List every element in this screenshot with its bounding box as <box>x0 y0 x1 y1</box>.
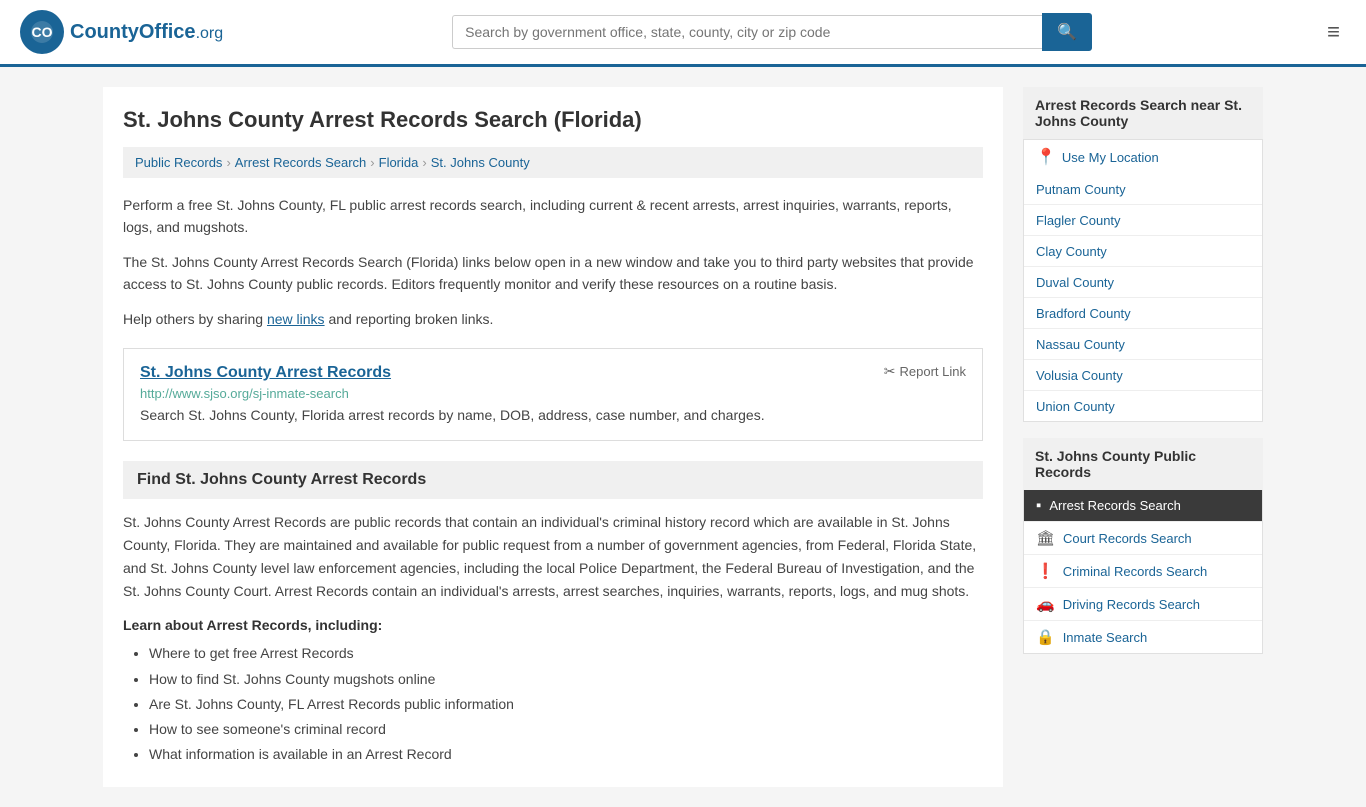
location-pin-icon: 📍 <box>1036 147 1056 167</box>
public-record-item-arrest[interactable]: ▪ Arrest Records Search <box>1024 490 1262 522</box>
public-records-list: ▪ Arrest Records Search 🏛 Court Records … <box>1023 490 1263 654</box>
public-record-item-driving[interactable]: 🚗 Driving Records Search <box>1024 588 1262 621</box>
description-para-3: Help others by sharing new links and rep… <box>123 308 983 330</box>
search-area: 🔍 <box>452 13 1092 51</box>
breadcrumb: Public Records › Arrest Records Search ›… <box>123 147 983 178</box>
record-url[interactable]: http://www.sjso.org/sj-inmate-search <box>140 386 966 401</box>
breadcrumb-stjohns[interactable]: St. Johns County <box>431 155 530 170</box>
desc3-prefix: Help others by sharing <box>123 311 267 327</box>
county-link[interactable]: Bradford County <box>1036 306 1131 321</box>
report-label: Report Link <box>900 364 966 379</box>
list-item: Volusia County <box>1024 360 1262 391</box>
driving-records-link[interactable]: Driving Records Search <box>1063 597 1200 612</box>
county-link[interactable]: Clay County <box>1036 244 1107 259</box>
logo-name: CountyOffice <box>70 21 196 43</box>
logo-area: CO CountyOffice.org <box>20 10 223 54</box>
description-para-1: Perform a free St. Johns County, FL publ… <box>123 194 983 239</box>
new-links-link[interactable]: new links <box>267 311 325 327</box>
arrest-icon: ▪ <box>1036 497 1041 514</box>
breadcrumb-sep-3: › <box>422 155 426 170</box>
desc3-suffix: and reporting broken links. <box>325 311 494 327</box>
use-my-location-link[interactable]: Use My Location <box>1062 150 1159 165</box>
criminal-icon: ❗ <box>1036 562 1055 580</box>
nearby-section-title: Arrest Records Search near St. Johns Cou… <box>1023 87 1263 139</box>
menu-button[interactable]: ≡ <box>1321 13 1346 51</box>
record-title-link[interactable]: St. Johns County Arrest Records <box>140 364 391 381</box>
sidebar: Arrest Records Search near St. Johns Cou… <box>1023 87 1263 787</box>
list-item: What information is available in an Arre… <box>149 742 983 767</box>
main-container: St. Johns County Arrest Records Search (… <box>83 67 1283 807</box>
breadcrumb-public-records[interactable]: Public Records <box>135 155 222 170</box>
learn-heading: Learn about Arrest Records, including: <box>123 617 983 633</box>
inmate-search-link[interactable]: Inmate Search <box>1063 630 1148 645</box>
list-item: Putnam County <box>1024 174 1262 205</box>
svg-text:CO: CO <box>32 24 53 40</box>
breadcrumb-florida[interactable]: Florida <box>379 155 419 170</box>
find-section-heading: Find St. Johns County Arrest Records <box>123 461 983 499</box>
criminal-records-link[interactable]: Criminal Records Search <box>1063 564 1208 579</box>
record-title: St. Johns County Arrest Records <box>140 363 391 382</box>
county-link[interactable]: Union County <box>1036 399 1115 414</box>
arrest-records-link[interactable]: Arrest Records Search <box>1049 498 1181 513</box>
county-link[interactable]: Flagler County <box>1036 213 1121 228</box>
driving-icon: 🚗 <box>1036 595 1055 613</box>
court-records-link[interactable]: Court Records Search <box>1063 531 1192 546</box>
list-item: How to find St. Johns County mugshots on… <box>149 667 983 692</box>
court-icon: 🏛 <box>1036 529 1055 547</box>
report-icon: ✂ <box>884 363 896 380</box>
county-link[interactable]: Volusia County <box>1036 368 1123 383</box>
find-body-text: St. Johns County Arrest Records are publ… <box>123 511 983 603</box>
list-item: Clay County <box>1024 236 1262 267</box>
list-item: Nassau County <box>1024 329 1262 360</box>
page-title: St. Johns County Arrest Records Search (… <box>123 107 983 133</box>
search-button[interactable]: 🔍 <box>1042 13 1092 51</box>
nearby-section: Arrest Records Search near St. Johns Cou… <box>1023 87 1263 422</box>
breadcrumb-arrest-records[interactable]: Arrest Records Search <box>235 155 367 170</box>
public-record-item-criminal[interactable]: ❗ Criminal Records Search <box>1024 555 1262 588</box>
county-link[interactable]: Putnam County <box>1036 182 1126 197</box>
list-item: Are St. Johns County, FL Arrest Records … <box>149 692 983 717</box>
public-record-item-court[interactable]: 🏛 Court Records Search <box>1024 522 1262 555</box>
record-description: Search St. Johns County, Florida arrest … <box>140 405 966 426</box>
logo-icon: CO <box>20 10 64 54</box>
breadcrumb-sep-1: › <box>226 155 230 170</box>
public-records-title: St. Johns County Public Records <box>1023 438 1263 490</box>
header: CO CountyOffice.org 🔍 ≡ <box>0 0 1366 67</box>
public-record-item-inmate[interactable]: 🔒 Inmate Search <box>1024 621 1262 653</box>
hamburger-icon: ≡ <box>1327 19 1340 44</box>
find-heading-text: Find St. Johns County Arrest Records <box>137 471 426 488</box>
list-item: Bradford County <box>1024 298 1262 329</box>
search-input[interactable] <box>452 15 1042 49</box>
report-link-area[interactable]: ✂ Report Link <box>884 363 966 380</box>
record-card: St. Johns County Arrest Records ✂ Report… <box>123 348 983 441</box>
list-item: How to see someone's criminal record <box>149 717 983 742</box>
list-item: Where to get free Arrest Records <box>149 641 983 666</box>
logo-domain: .org <box>196 25 224 42</box>
breadcrumb-sep-2: › <box>370 155 374 170</box>
list-item: Duval County <box>1024 267 1262 298</box>
county-link[interactable]: Duval County <box>1036 275 1114 290</box>
county-list: Putnam County Flagler County Clay County… <box>1023 174 1263 422</box>
learn-list: Where to get free Arrest Records How to … <box>123 641 983 767</box>
list-item: Union County <box>1024 391 1262 421</box>
inmate-icon: 🔒 <box>1036 628 1055 646</box>
logo-text: CountyOffice.org <box>70 21 223 44</box>
search-icon: 🔍 <box>1057 24 1077 41</box>
use-my-location: 📍 Use My Location <box>1023 139 1263 174</box>
county-link[interactable]: Nassau County <box>1036 337 1125 352</box>
public-records-section: St. Johns County Public Records ▪ Arrest… <box>1023 438 1263 654</box>
content-area: St. Johns County Arrest Records Search (… <box>103 87 1003 787</box>
list-item: Flagler County <box>1024 205 1262 236</box>
description-para-2: The St. Johns County Arrest Records Sear… <box>123 251 983 296</box>
